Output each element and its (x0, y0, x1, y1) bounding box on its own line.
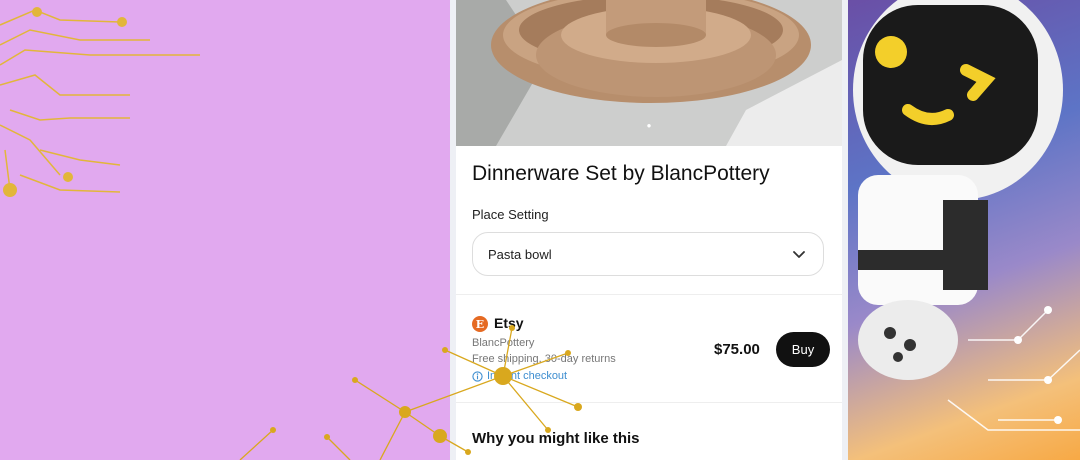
place-setting-select[interactable]: Pasta bowl (472, 232, 824, 276)
section-title: Why you might like this (472, 430, 640, 447)
robot-background (848, 0, 1080, 460)
seller-name: BlancPottery (472, 337, 535, 349)
selected-option: Pasta bowl (488, 246, 552, 262)
option-label: Place Setting (472, 207, 549, 222)
price: $75.00 (714, 341, 760, 358)
divider (456, 402, 842, 403)
pink-background (0, 0, 450, 460)
instant-checkout-label: Instant checkout (487, 370, 568, 382)
merchant-name: Etsy (494, 315, 524, 331)
instant-checkout-link[interactable]: Instant checkout (472, 370, 567, 382)
buy-button[interactable]: Buy (776, 332, 830, 367)
shipping-info: Free shipping, 30-day returns (472, 353, 616, 365)
product-title: Dinnerware Set by BlancPottery (472, 162, 770, 185)
phone-screen: ● Dinnerware Set by BlancPottery Place S… (450, 0, 848, 460)
etsy-logo-icon: E (472, 316, 488, 332)
carousel-indicator[interactable]: ● (456, 121, 842, 130)
divider (456, 294, 842, 295)
robot-mascot-icon (853, 0, 1080, 431)
circuit-decoration-icon (0, 7, 200, 197)
product-image[interactable]: ● (456, 0, 842, 146)
info-icon (472, 370, 483, 382)
chevron-down-icon (793, 251, 805, 258)
